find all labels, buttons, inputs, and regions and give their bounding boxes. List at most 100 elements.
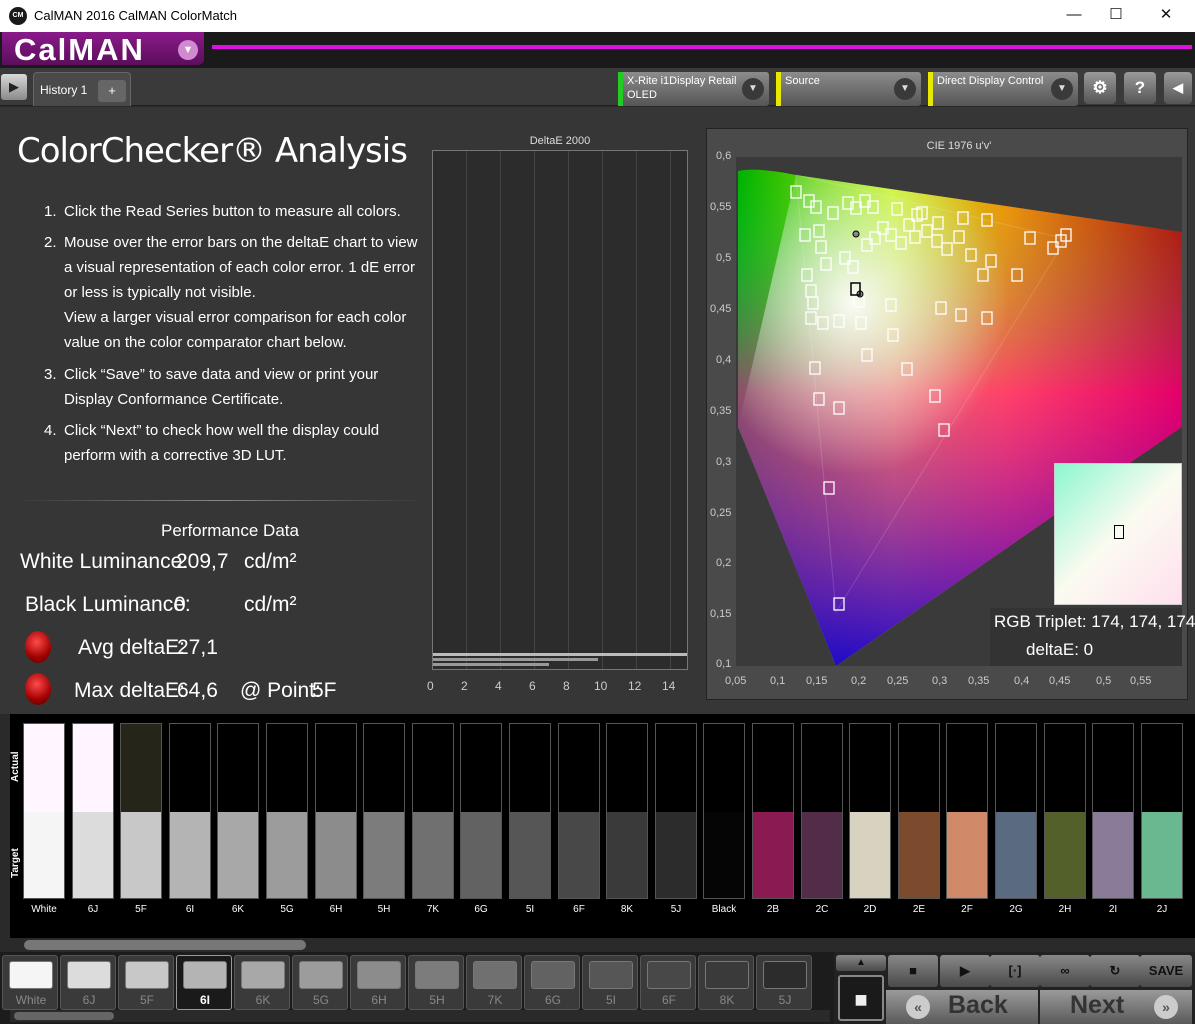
point-tabs-scrollbar[interactable] [10,1010,830,1022]
swatch-2f[interactable] [946,723,988,899]
point-tab-6k[interactable]: 6K [234,955,290,1010]
swatch-5f[interactable] [120,723,162,899]
swatch-actual [850,724,890,812]
swatch-6k[interactable] [217,723,259,899]
fit-icon[interactable]: [·] [990,955,1040,987]
deltae-bar[interactable] [433,663,549,666]
point-tab-5i[interactable]: 5I [582,955,638,1010]
point-tab-6h[interactable]: 6H [350,955,406,1010]
scrollbar-thumb[interactable] [24,940,306,950]
source-select[interactable]: Source ▼ [776,72,921,106]
record-button[interactable]: ■ [838,975,884,1021]
swatch-2b[interactable] [752,723,794,899]
swatch-black[interactable] [703,723,745,899]
point-tab-7k[interactable]: 7K [466,955,522,1010]
swatch-8k[interactable] [606,723,648,899]
loop-icon[interactable]: ∞ [1040,955,1090,987]
cie-y-tick: 0,4 [716,354,732,366]
save-button[interactable]: SAVE [1140,955,1192,987]
point-color-chip [647,961,691,989]
swatch-5i[interactable] [509,723,551,899]
back-button[interactable]: « Back [886,990,1038,1024]
stop-icon[interactable]: ■ [888,955,938,987]
accent-line [212,45,1192,49]
point-tab-6g[interactable]: 6G [524,955,580,1010]
point-color-chip [357,961,401,989]
swatch-2e[interactable] [898,723,940,899]
white-luminance-unit: cd/m² [244,550,297,573]
side-panel-play-icon[interactable]: ▶ [1,74,27,100]
meter-select[interactable]: X-Rite i1Display Retail OLED ▼ [618,72,769,106]
swatch-target [899,812,939,898]
help-icon[interactable]: ? [1124,72,1156,104]
deltae-bar[interactable] [433,658,598,661]
swatch-5h[interactable] [363,723,405,899]
swatch-label: 2C [815,904,829,915]
point-tab-white[interactable]: White [2,955,58,1010]
point-color-chip [415,961,459,989]
point-tab-6i[interactable]: 6I [176,955,232,1010]
instruction-2: 2. Mouse over the error bars on the delt… [44,230,429,355]
minimize-button[interactable]: — [1051,4,1097,28]
point-tab-5g[interactable]: 5G [292,955,348,1010]
maximize-button[interactable]: ☐ [1093,4,1139,28]
swatch-label: 2I [1108,904,1118,915]
point-value: 5F [312,679,337,702]
point-tab-6j[interactable]: 6J [60,955,116,1010]
point-tab-8k[interactable]: 8K [698,955,754,1010]
collapse-icon[interactable]: ◀ [1164,72,1192,104]
calman-logo-menu[interactable]: CalMAN ▼ [2,32,204,67]
refresh-icon[interactable]: ↻ [1090,955,1140,987]
display-control-select[interactable]: Direct Display Control ▼ [928,72,1078,106]
point-tab-5j[interactable]: 5J [756,955,812,1010]
swatch-6h[interactable] [315,723,357,899]
swatch-6f[interactable] [558,723,600,899]
close-button[interactable]: ✕ [1143,4,1189,28]
scrollbar-thumb[interactable] [14,1012,114,1020]
cie-y-tick: 0,25 [710,507,732,519]
deltae-chart[interactable] [432,150,688,670]
point-tab-6f[interactable]: 6F [640,955,696,1010]
comparator-scrollbar[interactable] [10,938,1195,952]
point-tab-5h[interactable]: 5H [408,955,464,1010]
swatch-6j[interactable] [72,723,114,899]
swatch-2c[interactable] [801,723,843,899]
swatch-actual [1045,724,1085,812]
swatch-2d[interactable] [849,723,891,899]
swatch-2j[interactable] [1141,723,1183,899]
swatch-target [559,812,599,898]
swatch-5g[interactable] [266,723,308,899]
instruction-number: 3. [44,366,57,383]
play-icon[interactable]: ▶ [940,955,990,987]
point-tab-label: 6I [199,993,210,1007]
rgb-info-box: RGB Triplet: 174, 174, 174 deltaE: 0 [990,608,1195,666]
cie-x-tick: 0,5 [1096,675,1112,687]
instruction-text: Click “Save” to save data and view or pr… [64,366,379,408]
performance-title: Performance Data [161,521,299,540]
cie-x-tick: 0,15 [806,675,828,687]
point-tab-5f[interactable]: 5F [118,955,174,1010]
swatch-target [267,812,307,898]
add-tab-button[interactable]: + [98,80,126,102]
swatch-label: 6J [87,904,99,915]
source-label: Source [785,75,820,87]
swatch-6i[interactable] [169,723,211,899]
next-button[interactable]: Next » [1040,990,1192,1024]
swatch-2g[interactable] [995,723,1037,899]
rgb-triplet: RGB Triplet: 174, 174, 174 [994,612,1195,631]
gear-icon[interactable]: ⚙ [1084,72,1116,104]
swatch-5j[interactable] [655,723,697,899]
swatch-target [996,812,1036,898]
swatch-6g[interactable] [460,723,502,899]
swatch-white[interactable] [23,723,65,899]
deltae-bar[interactable] [433,653,687,656]
cie-y-tick: 0,55 [710,201,732,213]
swatch-2i[interactable] [1092,723,1134,899]
logo-dropdown-icon[interactable]: ▼ [178,40,198,60]
swatch-2h[interactable] [1044,723,1086,899]
swatch-7k[interactable] [412,723,454,899]
tab-history-1[interactable]: History 1 + [33,72,131,106]
swatch-target [1045,812,1085,898]
deltae-x-tick: 0 [427,679,434,693]
collapse-up-icon[interactable]: ▲ [836,955,886,971]
